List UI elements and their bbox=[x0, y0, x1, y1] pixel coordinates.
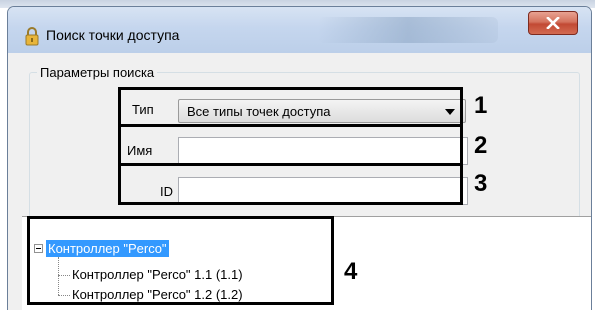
callout-4: 4 bbox=[344, 258, 358, 285]
close-icon bbox=[546, 17, 560, 29]
search-params-legend: Параметры поиска bbox=[37, 65, 158, 80]
callout-3: 3 bbox=[474, 170, 488, 197]
highlight-box-2 bbox=[118, 124, 463, 166]
callout-1: 1 bbox=[474, 92, 488, 119]
highlight-box-1 bbox=[118, 87, 463, 127]
close-button[interactable] bbox=[528, 11, 578, 35]
highlight-box-3 bbox=[118, 163, 463, 205]
lock-icon bbox=[25, 27, 39, 46]
title-bar[interactable]: Поиск точки доступа bbox=[8, 7, 591, 53]
highlight-box-4 bbox=[27, 216, 334, 305]
window-title: Поиск точки доступа bbox=[46, 27, 180, 43]
callout-2: 2 bbox=[474, 132, 488, 159]
title-bar-blur bbox=[318, 17, 498, 43]
